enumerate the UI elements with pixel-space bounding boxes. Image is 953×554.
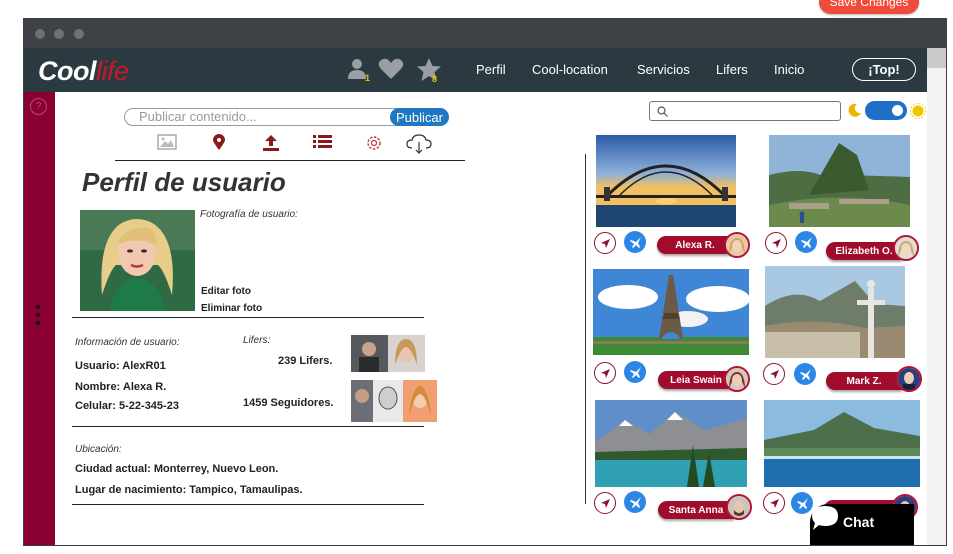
logo-text-life: life bbox=[96, 56, 129, 86]
location-divider bbox=[72, 504, 424, 505]
location-pin-icon[interactable] bbox=[213, 134, 225, 156]
card-5-user-avatar[interactable] bbox=[726, 494, 752, 520]
profile-photo bbox=[80, 210, 195, 311]
left-sidebar: ? bbox=[24, 92, 55, 545]
card-photo-5[interactable] bbox=[595, 400, 747, 487]
card-3-flight-icon[interactable] bbox=[624, 361, 646, 383]
card-1-navigate-icon[interactable] bbox=[594, 232, 616, 254]
followers-thumbnails[interactable] bbox=[351, 380, 437, 422]
card-1-flight-icon[interactable] bbox=[624, 231, 646, 253]
chat-button[interactable]: Chat bbox=[810, 504, 914, 545]
user-info-label: Información de usuario: bbox=[75, 337, 180, 348]
app-window: Coollife 1 8 Perfil Cool-location Servic… bbox=[23, 18, 947, 546]
users-badge: 1 bbox=[365, 73, 371, 83]
nav-link-servicios[interactable]: Servicios bbox=[637, 62, 690, 77]
search-icon bbox=[657, 106, 668, 117]
image-icon[interactable] bbox=[157, 134, 177, 155]
profile-photo-divider bbox=[72, 317, 424, 318]
card-4-user-name[interactable]: Mark Z. bbox=[826, 372, 902, 390]
current-city-text: Ciudad actual: Monterrey, Nuevo Leon. bbox=[75, 463, 279, 475]
card-5-navigate-icon[interactable] bbox=[594, 492, 616, 514]
window-close-dot[interactable] bbox=[35, 29, 45, 39]
upload-icon[interactable] bbox=[262, 134, 280, 156]
star-icon[interactable] bbox=[416, 57, 442, 87]
heart-icon[interactable] bbox=[378, 58, 404, 85]
followers-count[interactable]: 1459 Seguidores. bbox=[243, 397, 334, 409]
card-photo-6[interactable] bbox=[764, 400, 920, 487]
card-2-user-name[interactable]: Elizabeth O. bbox=[826, 242, 902, 260]
location-label: Ubicación: bbox=[75, 444, 122, 455]
card-4-navigate-icon[interactable] bbox=[763, 363, 785, 385]
help-icon[interactable]: ? bbox=[30, 98, 47, 115]
card-2-navigate-icon[interactable] bbox=[765, 232, 787, 254]
phone-text: Celular: 5-22-345-23 bbox=[75, 400, 179, 412]
card-2-user-avatar[interactable] bbox=[893, 235, 919, 261]
search-input[interactable] bbox=[649, 101, 841, 121]
scrollbar-thumb[interactable] bbox=[927, 48, 946, 68]
nav-link-lifers[interactable]: Lifers bbox=[716, 62, 748, 77]
top-navbar: Coollife 1 8 Perfil Cool-location Servic… bbox=[24, 48, 946, 92]
card-photo-3[interactable] bbox=[593, 269, 749, 355]
nav-link-cool-location[interactable]: Cool-location bbox=[532, 62, 608, 77]
moon-icon bbox=[848, 103, 862, 122]
card-3-user-avatar[interactable] bbox=[724, 366, 750, 392]
window-maximize-dot[interactable] bbox=[74, 29, 84, 39]
window-titlebar bbox=[24, 19, 946, 48]
birthplace-text: Lugar de nacimiento: Tampico, Tamaulipas… bbox=[75, 484, 303, 496]
delete-photo-link[interactable]: Eliminar foto bbox=[201, 303, 262, 314]
save-changes-button[interactable]: Save Changes bbox=[819, 0, 919, 14]
post-button[interactable]: Publicar bbox=[390, 108, 449, 126]
sun-icon bbox=[910, 103, 926, 124]
card-photo-1[interactable] bbox=[596, 135, 736, 227]
user-info-divider bbox=[72, 426, 424, 427]
card-5-flight-icon[interactable] bbox=[624, 491, 646, 513]
lifers-thumbnails[interactable] bbox=[351, 335, 425, 372]
card-1-user-avatar[interactable] bbox=[724, 232, 750, 258]
card-3-user-name[interactable]: Leia Swain bbox=[658, 371, 734, 389]
app-logo[interactable]: Coollife bbox=[38, 56, 129, 87]
content-divider bbox=[585, 154, 586, 504]
card-3-navigate-icon[interactable] bbox=[594, 362, 616, 384]
card-4-flight-icon[interactable] bbox=[794, 363, 816, 385]
stars-badge: 8 bbox=[432, 74, 438, 84]
chat-bubble-icon bbox=[812, 506, 838, 530]
list-icon[interactable] bbox=[313, 134, 332, 154]
card-photo-4[interactable] bbox=[765, 266, 905, 358]
chat-label: Chat bbox=[843, 514, 875, 530]
lifers-count[interactable]: 239 Lifers. bbox=[278, 355, 332, 367]
card-5-user-name[interactable]: Santa Anna bbox=[658, 501, 734, 519]
lifers-label: Lifers: bbox=[243, 335, 271, 346]
page-title: Perfil de usuario bbox=[82, 167, 286, 197]
photo-label: Fotografía de usuario: bbox=[200, 209, 298, 220]
nav-link-inicio[interactable]: Inicio bbox=[774, 62, 804, 77]
cloud-download-icon[interactable] bbox=[406, 134, 432, 159]
window-minimize-dot[interactable] bbox=[54, 29, 64, 39]
edit-photo-link[interactable]: Editar foto bbox=[201, 286, 251, 297]
toolbar-divider bbox=[115, 160, 465, 161]
card-photo-2[interactable] bbox=[769, 135, 910, 227]
name-text: Nombre: Alexa R. bbox=[75, 381, 167, 393]
card-4-user-avatar[interactable] bbox=[896, 366, 922, 392]
page-scrollbar[interactable] bbox=[927, 48, 946, 545]
username-text: Usuario: AlexR01 bbox=[75, 360, 166, 372]
more-options-icon[interactable] bbox=[36, 305, 40, 329]
settings-gear-icon[interactable] bbox=[365, 134, 383, 157]
top-button[interactable]: ¡Top! bbox=[852, 58, 916, 81]
theme-toggle[interactable] bbox=[865, 101, 907, 120]
card-1-user-name[interactable]: Alexa R. bbox=[657, 236, 733, 254]
card-6-navigate-icon[interactable] bbox=[763, 492, 785, 514]
card-2-flight-icon[interactable] bbox=[795, 231, 817, 253]
logo-text-cool: Cool bbox=[38, 56, 97, 86]
nav-link-perfil[interactable]: Perfil bbox=[476, 62, 506, 77]
